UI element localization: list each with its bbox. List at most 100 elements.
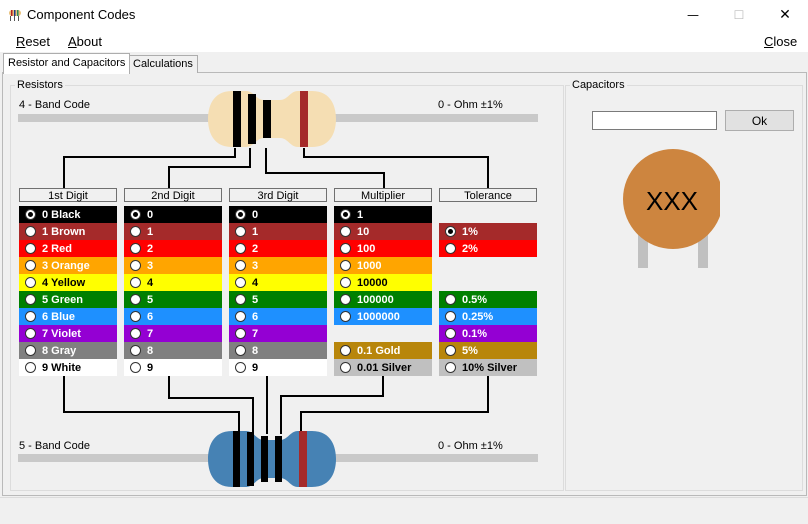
radio-button[interactable] [25, 209, 36, 220]
close-window-button[interactable]: ✕ [762, 0, 808, 30]
multiplier-option[interactable]: 10000 [334, 274, 432, 291]
radio-button[interactable] [235, 362, 246, 373]
radio-button[interactable] [25, 345, 36, 356]
radio-button[interactable] [130, 328, 141, 339]
ok-button[interactable]: Ok [725, 110, 794, 131]
menu-close[interactable]: Close [764, 34, 797, 49]
second-digit-option[interactable]: 9 [124, 359, 222, 376]
third-digit-option[interactable]: 6 [229, 308, 327, 325]
radio-button[interactable] [340, 345, 351, 356]
first-digit-option[interactable]: 3 Orange [19, 257, 117, 274]
second-digit-option[interactable]: 0 [124, 206, 222, 223]
second-digit-option[interactable]: 5 [124, 291, 222, 308]
multiplier-option[interactable]: 1 [334, 206, 432, 223]
second-digit-option[interactable]: 8 [124, 342, 222, 359]
radio-button[interactable] [445, 311, 456, 322]
tolerance-option[interactable]: 0.25% [439, 308, 537, 325]
multiplier-option[interactable]: 0.1 Gold [334, 342, 432, 359]
first-digit-option[interactable]: 8 Gray [19, 342, 117, 359]
first-digit-option[interactable]: 2 Red [19, 240, 117, 257]
radio-button[interactable] [235, 243, 246, 254]
radio-button[interactable] [445, 362, 456, 373]
radio-button[interactable] [235, 294, 246, 305]
radio-button[interactable] [130, 362, 141, 373]
tab-calculations[interactable]: Calculations [128, 55, 198, 73]
radio-button[interactable] [25, 362, 36, 373]
radio-button[interactable] [25, 277, 36, 288]
radio-button[interactable] [130, 209, 141, 220]
radio-button[interactable] [130, 243, 141, 254]
third-digit-option[interactable]: 8 [229, 342, 327, 359]
radio-button[interactable] [130, 345, 141, 356]
second-digit-option[interactable]: 2 [124, 240, 222, 257]
tolerance-option[interactable]: 0.5% [439, 291, 537, 308]
second-digit-option[interactable]: 3 [124, 257, 222, 274]
third-digit-option[interactable]: 0 [229, 206, 327, 223]
radio-button[interactable] [235, 209, 246, 220]
radio-button[interactable] [340, 311, 351, 322]
radio-button[interactable] [25, 294, 36, 305]
radio-button[interactable] [340, 362, 351, 373]
tolerance-option[interactable]: 0.1% [439, 325, 537, 342]
multiplier-option[interactable]: 1000000 [334, 308, 432, 325]
first-digit-option[interactable]: 6 Blue [19, 308, 117, 325]
radio-button[interactable] [235, 345, 246, 356]
minimize-button[interactable]: — [670, 0, 716, 30]
radio-button[interactable] [130, 294, 141, 305]
radio-button[interactable] [130, 311, 141, 322]
first-digit-option[interactable]: 1 Brown [19, 223, 117, 240]
radio-button[interactable] [340, 277, 351, 288]
first-digit-option[interactable]: 4 Yellow [19, 274, 117, 291]
radio-button[interactable] [130, 226, 141, 237]
radio-button[interactable] [235, 277, 246, 288]
radio-button[interactable] [445, 243, 456, 254]
maximize-button[interactable]: ☐ [716, 0, 762, 30]
radio-button[interactable] [25, 260, 36, 271]
radio-button[interactable] [130, 260, 141, 271]
first-digit-option[interactable]: 7 Violet [19, 325, 117, 342]
second-digit-option[interactable]: 6 [124, 308, 222, 325]
radio-button[interactable] [235, 328, 246, 339]
third-digit-option[interactable]: 1 [229, 223, 327, 240]
first-digit-option[interactable]: 5 Green [19, 291, 117, 308]
second-digit-option[interactable]: 7 [124, 325, 222, 342]
radio-button[interactable] [340, 226, 351, 237]
radio-button[interactable] [340, 243, 351, 254]
radio-button[interactable] [445, 226, 456, 237]
tolerance-option[interactable]: 1% [439, 223, 537, 240]
radio-button[interactable] [235, 226, 246, 237]
multiplier-option[interactable]: 1000 [334, 257, 432, 274]
second-digit-option[interactable]: 1 [124, 223, 222, 240]
capacitor-code-input[interactable] [592, 111, 717, 130]
multiplier-option[interactable]: 100 [334, 240, 432, 257]
first-digit-option[interactable]: 9 White [19, 359, 117, 376]
third-digit-option[interactable]: 7 [229, 325, 327, 342]
radio-button[interactable] [25, 328, 36, 339]
radio-button[interactable] [25, 226, 36, 237]
radio-button[interactable] [130, 277, 141, 288]
third-digit-option[interactable]: 2 [229, 240, 327, 257]
tab-resistor-and-capacitors[interactable]: Resistor and Capacitors [3, 53, 131, 74]
multiplier-option[interactable]: 10 [334, 223, 432, 240]
third-digit-option[interactable]: 3 [229, 257, 327, 274]
menu-about[interactable]: About [68, 34, 102, 49]
radio-button[interactable] [25, 311, 36, 322]
radio-button[interactable] [445, 345, 456, 356]
radio-button[interactable] [445, 294, 456, 305]
radio-button[interactable] [340, 260, 351, 271]
third-digit-option[interactable]: 5 [229, 291, 327, 308]
third-digit-option[interactable]: 9 [229, 359, 327, 376]
radio-button[interactable] [235, 260, 246, 271]
multiplier-option[interactable]: 0.01 Silver [334, 359, 432, 376]
first-digit-option[interactable]: 0 Black [19, 206, 117, 223]
radio-button[interactable] [340, 209, 351, 220]
radio-button[interactable] [25, 243, 36, 254]
menu-reset[interactable]: Reset [16, 34, 50, 49]
tolerance-option[interactable]: 5% [439, 342, 537, 359]
radio-button[interactable] [235, 311, 246, 322]
third-digit-option[interactable]: 4 [229, 274, 327, 291]
tolerance-option[interactable]: 10% Silver [439, 359, 537, 376]
radio-button[interactable] [445, 328, 456, 339]
radio-button[interactable] [340, 294, 351, 305]
tolerance-option[interactable]: 2% [439, 240, 537, 257]
